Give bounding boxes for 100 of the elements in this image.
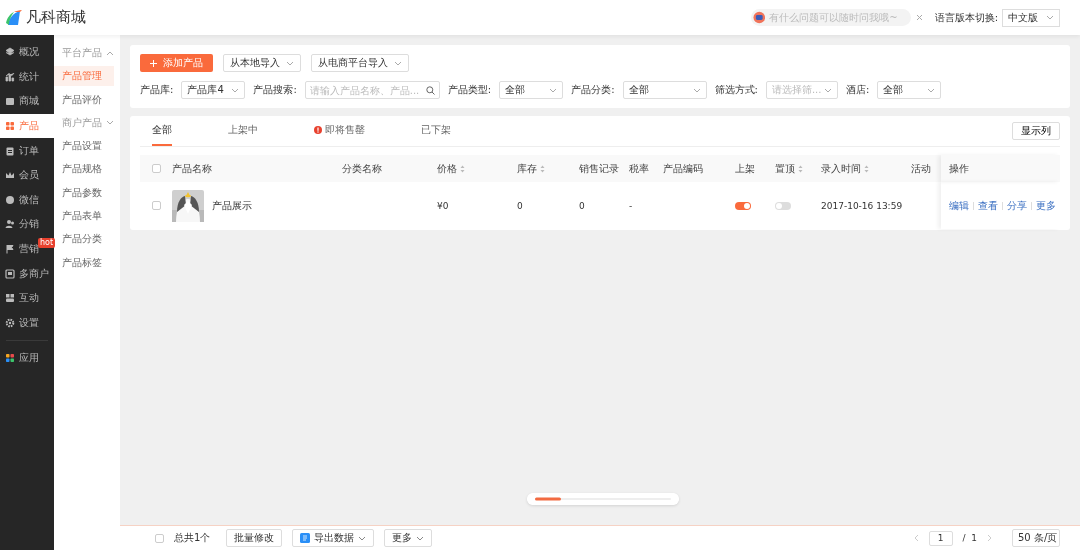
people-icon: [5, 219, 15, 230]
sidebar-item[interactable]: 设置: [0, 310, 54, 336]
menu-item[interactable]: 产品评价: [54, 89, 114, 110]
chart-icon: [5, 71, 15, 82]
layers-icon: [5, 47, 15, 58]
close-icon[interactable]: [915, 14, 923, 21]
checkbox[interactable]: [155, 533, 164, 543]
logo-text: 凡科商城: [26, 8, 86, 27]
import-button[interactable]: 从电商平台导入: [311, 54, 409, 72]
import-button[interactable]: 从本地导入: [223, 54, 301, 72]
filter-label: 产品分类:: [571, 83, 615, 97]
filter-select[interactable]: 全部: [499, 81, 564, 99]
caret-icon: [549, 87, 558, 93]
caret-icon: [286, 60, 294, 66]
batch-edit-button[interactable]: 批量修改: [226, 529, 283, 547]
box-icon: [5, 96, 15, 107]
sidebar-item[interactable]: 商城: [0, 89, 54, 114]
action-link[interactable]: 分享: [1007, 198, 1027, 213]
action-link[interactable]: 更多: [1036, 198, 1056, 213]
caret-icon: [416, 535, 425, 541]
scrollbar[interactable]: [527, 493, 679, 505]
menu-item[interactable]: 产品规格: [54, 159, 114, 180]
sidebar-item[interactable]: 多商户: [0, 261, 54, 286]
clipboard-icon: [5, 145, 15, 156]
filter-select[interactable]: 全部: [877, 81, 942, 99]
filter-label: 酒店:: [845, 83, 870, 97]
language-label: 语言版本切换:: [934, 10, 998, 25]
filter-label: 产品库:: [140, 83, 174, 97]
search-icon: [425, 85, 435, 95]
previous-icon[interactable]: [913, 534, 919, 542]
menu-item[interactable]: 产品分类: [54, 229, 114, 250]
columns-button[interactable]: 显示列: [1012, 122, 1060, 140]
column-header[interactable]: 价格: [437, 161, 465, 176]
next-icon[interactable]: [987, 534, 992, 542]
toggle-switch[interactable]: [735, 201, 751, 210]
tab[interactable]: 即将售罄: [314, 116, 365, 146]
column-header: 产品编码: [663, 161, 703, 176]
apps-icon: [5, 353, 15, 364]
column-header: 上架: [735, 161, 755, 176]
chevron-icon: [106, 50, 114, 56]
checkbox[interactable]: [151, 201, 161, 210]
sidebar-item[interactable]: 概况: [0, 40, 54, 65]
column-header[interactable]: 置顶: [775, 161, 803, 176]
sidebar-item[interactable]: 微信: [0, 187, 54, 213]
filter-label: 产品搜索:: [253, 83, 297, 97]
caret-icon: [823, 87, 832, 93]
more-button[interactable]: 更多: [384, 529, 433, 547]
menu-item[interactable]: 产品设置: [54, 136, 114, 157]
filter-label: 筛选方式:: [714, 83, 758, 97]
caret-icon: [231, 87, 240, 93]
sidebar-item[interactable]: 统计: [0, 64, 54, 90]
table-cell: -: [629, 200, 633, 211]
logo-icon: [5, 8, 23, 27]
export-button[interactable]: 导出数据: [292, 529, 375, 547]
settings-icon: [5, 317, 15, 328]
filter-select[interactable]: 全部: [622, 81, 707, 99]
column-header[interactable]: 录入时间: [821, 161, 869, 176]
product-name: 产品展示: [212, 198, 252, 213]
tab[interactable]: 上架中: [228, 116, 258, 146]
tab[interactable]: 全部: [152, 116, 172, 146]
sidebar-item[interactable]: 应用: [0, 346, 54, 371]
menu-item[interactable]: 产品参数: [54, 182, 114, 203]
column-header: 税率: [629, 161, 649, 176]
caret-icon: [927, 87, 936, 93]
robot-icon: [752, 11, 766, 24]
column-header: 活动: [911, 161, 931, 176]
toggle-switch[interactable]: [775, 201, 791, 210]
caret-icon: [692, 87, 701, 93]
caret-icon: [394, 60, 402, 66]
column-header[interactable]: 库存: [517, 161, 545, 176]
action-link[interactable]: 查看: [978, 198, 998, 213]
total-count: 总共1个: [174, 531, 211, 545]
sidebar-item[interactable]: 会员: [0, 162, 54, 188]
table-cell: ¥0: [437, 200, 449, 211]
language-select[interactable]: 中文版: [1002, 8, 1060, 27]
caret-icon: [1046, 15, 1054, 20]
action-link[interactable]: 编辑: [949, 198, 969, 213]
menu-item[interactable]: 产品标签: [54, 252, 114, 273]
tab[interactable]: 已下架: [421, 116, 451, 146]
column-header: 操作: [949, 161, 969, 176]
sidebar-item[interactable]: 互动: [0, 285, 54, 311]
squares-icon: [5, 293, 15, 304]
page-input[interactable]: 1: [928, 530, 953, 546]
chevron-icon: [106, 120, 114, 126]
sidebar-item[interactable]: 订单: [0, 138, 54, 163]
flag-icon: [5, 244, 15, 255]
page-size-select[interactable]: 50 条/页: [1012, 529, 1060, 547]
sidebar-item[interactable]: 分销: [0, 212, 54, 237]
crown-icon: [5, 170, 15, 181]
table-cell: 0: [579, 200, 585, 211]
sort-icon: [460, 164, 465, 173]
page-total: / 1: [962, 533, 977, 543]
table-cell: 0: [517, 200, 523, 211]
filter-select[interactable]: 产品库4: [181, 81, 246, 99]
menu-item[interactable]: 产品表单: [54, 206, 114, 227]
alert-icon: [314, 126, 322, 134]
grid-icon: [5, 121, 15, 132]
checkbox[interactable]: [151, 164, 161, 173]
column-header: 销售记录: [579, 161, 619, 176]
sort-icon: [540, 164, 545, 173]
